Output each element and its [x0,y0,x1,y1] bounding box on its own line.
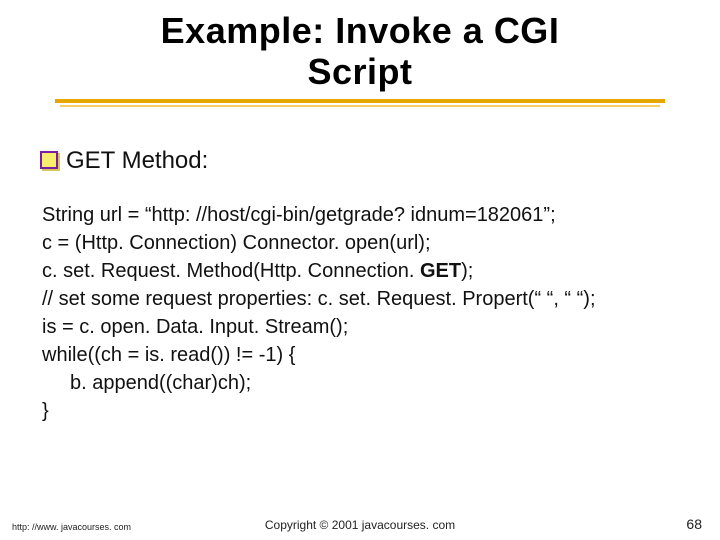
code-text: ); [461,260,473,282]
code-line: } [42,397,680,425]
underline-bar [55,99,665,103]
heading-text: GET Method: [66,147,208,174]
title-line-1: Example: Invoke a CGI [0,10,720,51]
code-line: is = c. open. Data. Input. Stream(); [42,313,680,341]
title-line-2: Script [0,51,720,92]
code-block: String url = “http: //host/cgi-bin/getgr… [42,201,680,425]
code-text: c. set. Request. Method(Http. Connection… [42,260,420,282]
underline-shadow [60,105,660,107]
footer-copyright: Copyright © 2001 javacourses. com [0,518,720,532]
code-bold: GET [420,260,461,282]
code-line: c = (Http. Connection) Connector. open(u… [42,229,680,257]
title-underline [0,99,720,117]
page-number: 68 [686,516,702,532]
code-line: b. append((char)ch); [42,369,680,397]
code-line: String url = “http: //host/cgi-bin/getgr… [42,201,680,229]
section-heading: GET Method: [40,147,720,175]
slide-title: Example: Invoke a CGI Script [0,0,720,93]
bullet-icon [40,151,58,169]
code-line: while((ch = is. read()) != -1) { [42,341,680,369]
code-line: c. set. Request. Method(Http. Connection… [42,257,680,285]
code-line: // set some request properties: c. set. … [42,285,680,313]
